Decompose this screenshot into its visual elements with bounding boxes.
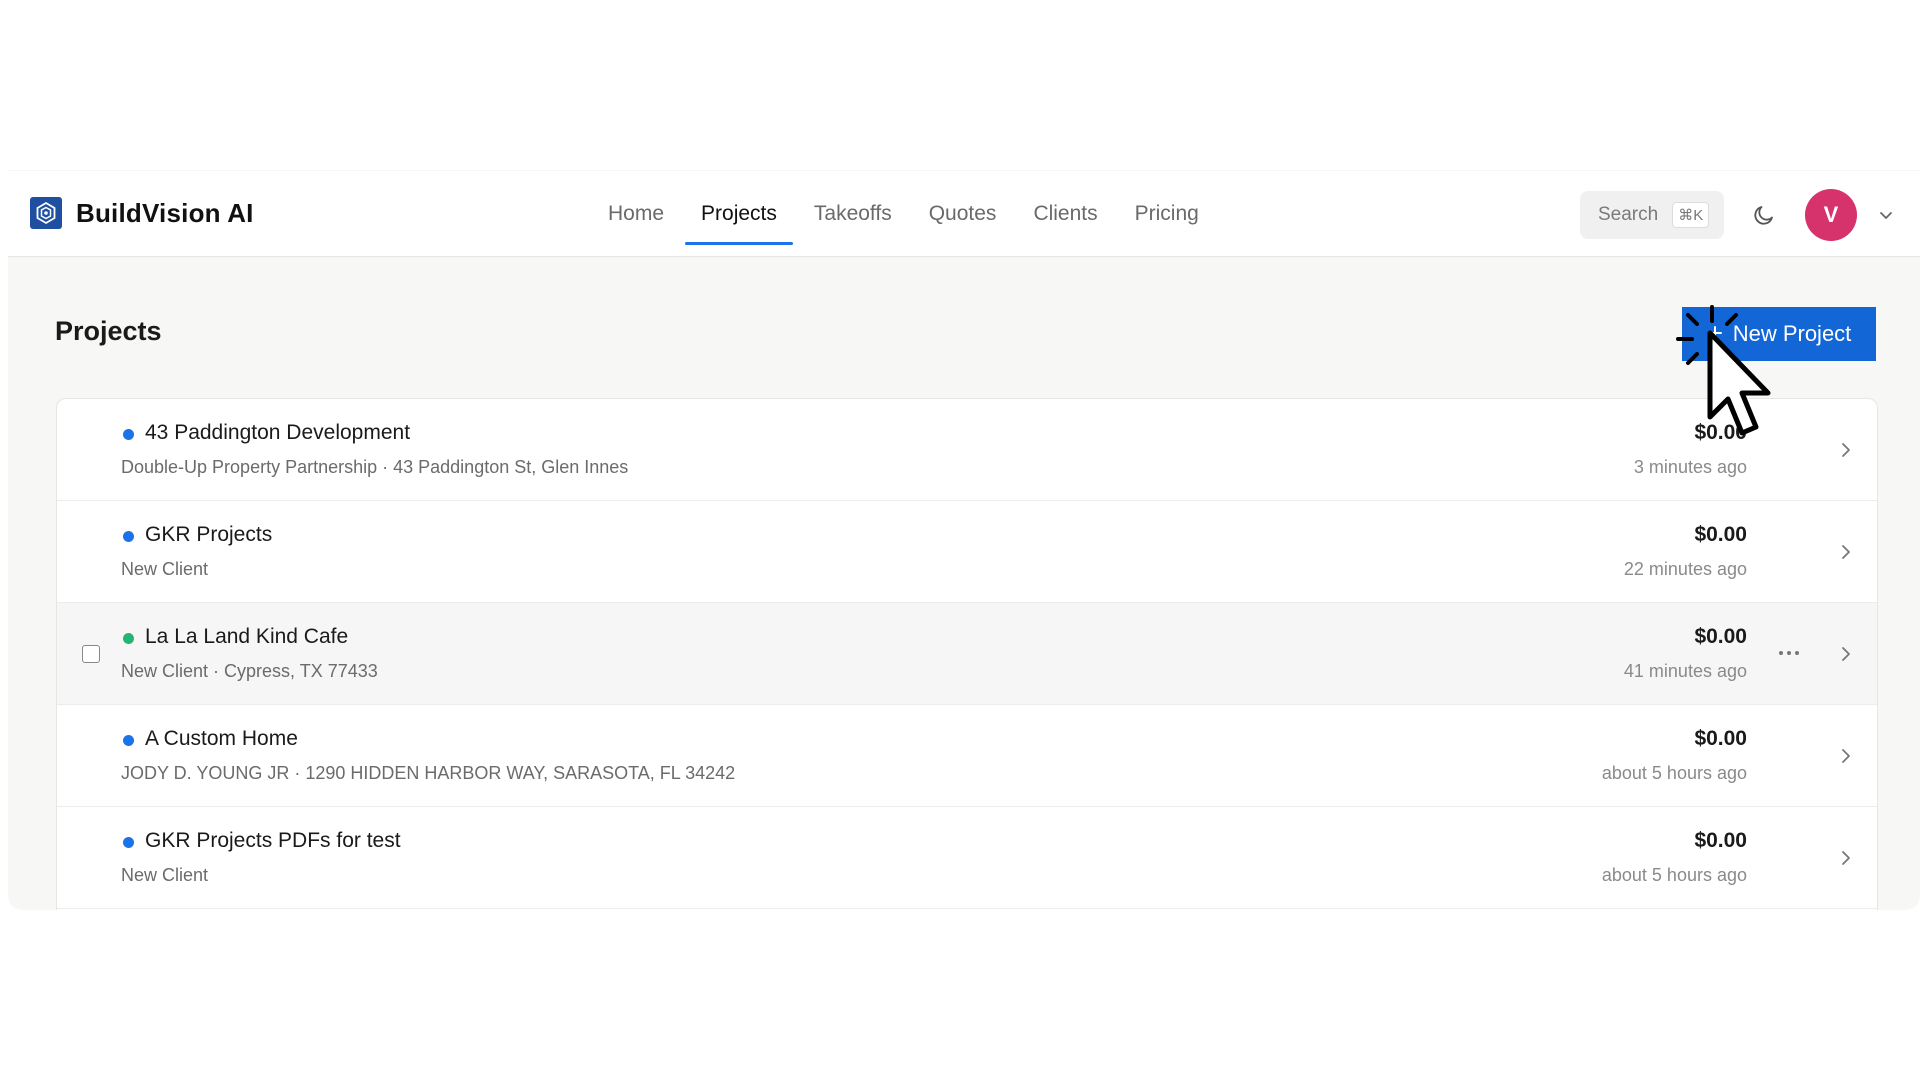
project-amount: $0.00 — [1694, 727, 1747, 750]
main-nav: Home Projects Takeoffs Quotes Clients Pr… — [592, 171, 1220, 257]
row-checkbox[interactable] — [82, 645, 100, 663]
chevron-right-icon[interactable] — [1837, 439, 1855, 461]
chevron-right-icon[interactable] — [1837, 541, 1855, 563]
hexagon-shield-icon — [30, 197, 62, 229]
project-time: 22 minutes ago — [1623, 559, 1747, 579]
nav-home[interactable]: Home — [592, 171, 680, 257]
status-dot — [123, 531, 134, 542]
status-dot — [123, 837, 134, 848]
project-time: about 5 hours ago — [1601, 865, 1747, 885]
table-row[interactable]: La La Land Kind Cafe New Client · Cypres… — [57, 603, 1877, 705]
project-time: 3 minutes ago — [1633, 457, 1747, 477]
new-project-button[interactable]: New Project — [1682, 307, 1876, 361]
project-subtitle: New Client — [121, 865, 209, 885]
search-label: Search — [1598, 204, 1659, 225]
chevron-right-icon[interactable] — [1837, 847, 1855, 869]
project-title: 43 Paddington Development — [145, 421, 411, 444]
project-time: about 5 hours ago — [1601, 763, 1747, 783]
nav-clients[interactable]: Clients — [1017, 171, 1113, 257]
project-subtitle: Double-Up Property Partnership · 43 Padd… — [121, 457, 629, 477]
project-amount: $0.00 — [1694, 625, 1747, 648]
project-subtitle: New Client · Cypress, TX 77433 — [121, 661, 378, 681]
table-row[interactable]: GKR Projects PDFs for test New Client $0… — [57, 807, 1877, 909]
page-title: Projects — [55, 316, 162, 346]
nav-quotes[interactable]: Quotes — [913, 171, 1013, 257]
more-horizontal-icon[interactable] — [1775, 639, 1803, 667]
nav-projects[interactable]: Projects — [685, 171, 793, 257]
search-shortcut: ⌘K — [1672, 202, 1710, 228]
project-amount: $0.00 — [1694, 829, 1747, 852]
top-navbar: BuildVision AI Home Projects Takeoffs Qu… — [8, 171, 1920, 257]
status-dot — [123, 735, 134, 746]
table-row[interactable]: 43 Paddington Development Double-Up Prop… — [57, 399, 1877, 501]
search-button[interactable]: Search ⌘K — [1580, 191, 1724, 239]
project-title: GKR Projects — [145, 523, 273, 546]
moon-icon[interactable] — [1750, 201, 1778, 229]
nav-pricing[interactable]: Pricing — [1119, 171, 1215, 257]
project-subtitle: JODY D. YOUNG JR · 1290 HIDDEN HARBOR WA… — [121, 763, 736, 783]
plus-icon — [1707, 321, 1723, 347]
project-time: 41 minutes ago — [1623, 661, 1747, 681]
brand-name: BuildVision AI — [76, 197, 254, 228]
project-amount: $0.00 — [1694, 523, 1747, 546]
nav-takeoffs[interactable]: Takeoffs — [798, 171, 908, 257]
new-project-label: New Project — [1732, 321, 1852, 346]
chevron-right-icon[interactable] — [1837, 643, 1855, 665]
chevron-down-icon[interactable] — [1876, 205, 1896, 225]
status-dot — [123, 633, 134, 644]
table-row[interactable]: A Custom Home JODY D. YOUNG JR · 1290 HI… — [57, 705, 1877, 807]
project-list: 43 Paddington Development Double-Up Prop… — [56, 398, 1878, 910]
project-title: A Custom Home — [145, 727, 298, 750]
app-window: BuildVision AI Home Projects Takeoffs Qu… — [8, 170, 1920, 910]
status-dot — [123, 429, 134, 440]
project-subtitle: New Client — [121, 559, 209, 579]
project-title: La La Land Kind Cafe — [145, 625, 349, 648]
project-amount: $0.00 — [1694, 421, 1747, 444]
table-row[interactable]: GKR Projects New Client $0.00 22 minutes… — [57, 501, 1877, 603]
project-title: GKR Projects PDFs for test — [145, 829, 401, 852]
brand[interactable]: BuildVision AI — [30, 197, 254, 229]
chevron-right-icon[interactable] — [1837, 745, 1855, 767]
user-avatar[interactable]: V — [1805, 189, 1857, 241]
